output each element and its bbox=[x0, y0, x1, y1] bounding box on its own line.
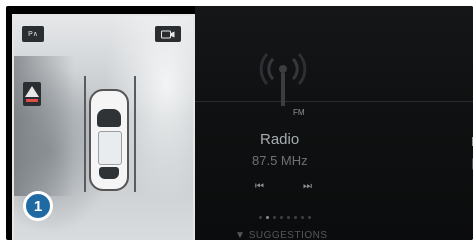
page-dot bbox=[259, 216, 262, 219]
page-dot bbox=[301, 216, 304, 219]
media-panel: FM Radio 87.5 MHz ⏮ ⏭ ▼ SUGGESTIONS N | bbox=[195, 6, 473, 240]
camera-icon bbox=[161, 30, 175, 38]
skip-next-icon: ⏭ bbox=[303, 181, 312, 192]
page-indicator bbox=[259, 216, 311, 219]
page-dot bbox=[273, 216, 276, 219]
suggestions-toggle[interactable]: ▼ SUGGESTIONS bbox=[235, 230, 328, 240]
frequency-label: 87.5 MHz bbox=[252, 153, 308, 168]
parking-camera-view[interactable]: P∧ 1 bbox=[12, 14, 195, 240]
vehicle-windshield bbox=[97, 109, 121, 127]
camera-shadow bbox=[14, 56, 74, 196]
suggestions-label: SUGGESTIONS bbox=[248, 230, 328, 240]
radio-antenna-icon bbox=[259, 52, 307, 106]
skip-next-button[interactable]: ⏭ bbox=[303, 181, 312, 192]
page-dot bbox=[294, 216, 297, 219]
chevron-down-icon: ▼ bbox=[235, 230, 246, 240]
callout-number: 1 bbox=[33, 197, 43, 215]
warning-level-bar bbox=[26, 99, 38, 102]
parking-mode-button[interactable]: P∧ bbox=[22, 26, 44, 42]
station-name[interactable]: Radio bbox=[260, 131, 299, 148]
panel-divider bbox=[195, 101, 473, 102]
vehicle-roof bbox=[98, 131, 122, 165]
page-dot bbox=[308, 216, 311, 219]
display-screen: P∧ 1 FM Radio 87.5 MHz ⏮ ⏭ ▼ SUGGESTIONS… bbox=[6, 6, 473, 240]
camera-switch-button[interactable] bbox=[155, 26, 181, 42]
page-dot bbox=[280, 216, 283, 219]
skip-previous-icon: ⏮ bbox=[255, 181, 264, 192]
vehicle-top-view bbox=[89, 89, 129, 191]
warning-triangle-icon bbox=[25, 86, 39, 97]
parking-mode-label: P∧ bbox=[28, 31, 38, 38]
band-label: FM bbox=[293, 108, 305, 117]
page-dot bbox=[287, 216, 290, 219]
skip-previous-button[interactable]: ⏮ bbox=[255, 181, 264, 192]
callout-marker: 1 bbox=[23, 191, 53, 221]
warning-button[interactable] bbox=[23, 82, 41, 106]
vehicle-rear-window bbox=[99, 167, 119, 179]
page-dot-active bbox=[266, 216, 269, 219]
